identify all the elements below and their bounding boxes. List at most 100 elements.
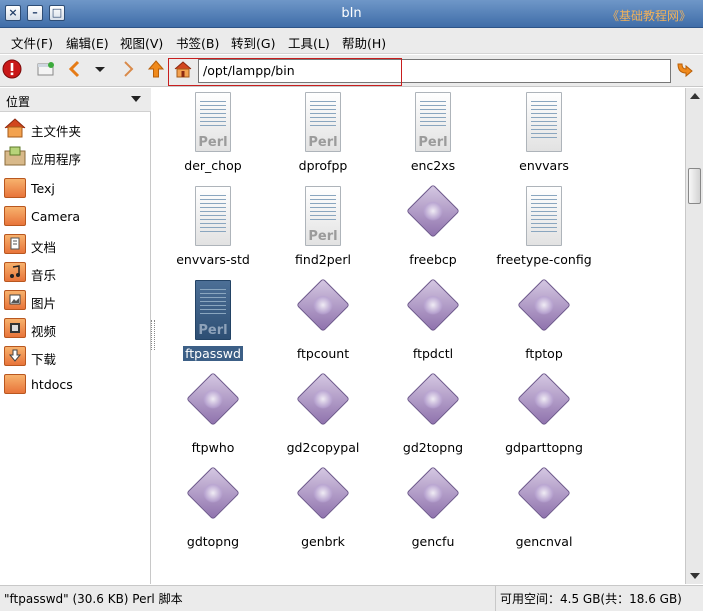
file-item[interactable]: gencfu [378, 466, 488, 560]
file-item[interactable]: Perl ftpasswd [158, 278, 268, 372]
menu-view[interactable]: 视图(V) [120, 33, 163, 52]
sidebar-item-label: htdocs [31, 377, 73, 392]
file-name-text: ftpcount [296, 346, 350, 361]
folder-icon [4, 374, 26, 394]
file-name-text: gd2topng [402, 440, 464, 455]
perl-script-icon: Perl [299, 186, 347, 248]
history-dropdown-icon[interactable] [89, 59, 111, 81]
file-name: ftpdctl [378, 346, 488, 361]
menu-tools[interactable]: 工具(L) [288, 33, 330, 52]
menu-help[interactable]: 帮助(H) [342, 33, 386, 52]
sidebar-item-label: Camera [31, 209, 81, 224]
status-free-space: 可用空间：4.5 GB(共：18.6 GB) [495, 586, 703, 611]
folder-icon [4, 178, 26, 198]
new-tab-icon[interactable] [35, 59, 57, 81]
file-name-text: dprofpp [298, 158, 348, 173]
file-name: ftpcount [268, 346, 378, 361]
file-item[interactable]: gdparttopng [489, 372, 599, 466]
stop-icon[interactable] [1, 59, 23, 81]
file-name: gencfu [378, 534, 488, 549]
chevron-down-icon[interactable] [131, 96, 141, 102]
sidebar-item-camera[interactable]: Camera [0, 203, 150, 229]
sidebar-item-label: 下载 [31, 352, 57, 367]
pane-resize-handle[interactable] [151, 320, 155, 350]
file-item[interactable]: envvars [489, 90, 599, 184]
sidebar-item-texj[interactable]: Texj [0, 175, 150, 201]
perl-script-icon: Perl [189, 280, 237, 342]
file-item[interactable]: gd2copypal [268, 372, 378, 466]
back-icon[interactable] [64, 59, 86, 81]
file-name-text: ftpwho [191, 440, 235, 455]
file-name-text: freebcp [409, 252, 457, 267]
executable-file-icon [406, 184, 460, 248]
file-name: gd2copypal [268, 440, 378, 455]
file-name-text: gd2copypal [286, 440, 360, 455]
status-bar: "ftpasswd" (30.6 KB) Perl 脚本 可用空间：4.5 GB… [0, 585, 703, 611]
file-name: envvars [489, 158, 599, 173]
file-item[interactable]: gdtopng [158, 466, 268, 560]
file-name-text: gdparttopng [505, 440, 583, 455]
status-selection-info: "ftpasswd" (30.6 KB) Perl 脚本 [4, 592, 183, 606]
executable-file-icon [406, 466, 460, 530]
executable-file-icon [296, 278, 350, 342]
sidebar-item-documents[interactable]: 文档 [0, 231, 150, 257]
file-name-text: enc2xs [410, 158, 456, 173]
text-file-icon [520, 92, 568, 154]
go-icon[interactable] [673, 59, 695, 81]
file-item[interactable]: Perl find2perl [268, 184, 378, 278]
executable-file-icon [517, 372, 571, 436]
file-item[interactable]: ftptop [489, 278, 599, 372]
file-item[interactable]: Perl dprofpp [268, 90, 378, 184]
file-item[interactable]: freetype-config [489, 184, 599, 278]
places-sidebar: 位置 主文件夹 应用程序 Texj Camera 文档 音乐 图片 视频 下载 … [0, 88, 151, 584]
file-name-text: gencfu [411, 534, 455, 549]
sidebar-item-videos[interactable]: 视频 [0, 315, 150, 341]
window-title: bIn [341, 6, 362, 21]
file-name: enc2xs [378, 158, 488, 173]
sidebar-item-applications[interactable]: 应用程序 [0, 143, 150, 169]
places-header[interactable]: 位置 [0, 88, 151, 112]
sidebar-item-label: Texj [31, 181, 55, 196]
menu-bar: 文件(F) 编辑(E) 视图(V) 书签(B) 转到(G) 工具(L) 帮助(H… [0, 28, 703, 54]
sidebar-item-label: 应用程序 [31, 152, 82, 167]
sidebar-item-downloads[interactable]: 下载 [0, 343, 150, 369]
sidebar-item-music[interactable]: 音乐 [0, 259, 150, 285]
file-item[interactable]: envvars-std [158, 184, 268, 278]
menu-go[interactable]: 转到(G) [231, 33, 275, 52]
file-name: dprofpp [268, 158, 378, 173]
sidebar-item-htdocs[interactable]: htdocs [0, 371, 150, 397]
file-name-text: genbrk [301, 534, 345, 549]
menu-file[interactable]: 文件(F) [11, 33, 53, 52]
file-name: freebcp [378, 252, 488, 267]
downloads-folder-icon [4, 346, 26, 366]
scroll-down-icon[interactable] [690, 573, 700, 579]
vertical-scrollbar[interactable] [685, 88, 703, 584]
menu-edit[interactable]: 编辑(E) [66, 33, 109, 52]
perl-script-icon: Perl [409, 92, 457, 154]
scroll-up-icon[interactable] [690, 93, 700, 99]
forward-icon[interactable] [117, 59, 139, 81]
file-item[interactable]: genbrk [268, 466, 378, 560]
file-item[interactable]: ftpwho [158, 372, 268, 466]
menu-bookmarks[interactable]: 书签(B) [176, 33, 219, 52]
file-item[interactable]: ftpdctl [378, 278, 488, 372]
text-file-icon [520, 186, 568, 248]
file-name-text: envvars-std [176, 252, 250, 267]
sidebar-item-home[interactable]: 主文件夹 [0, 115, 150, 141]
file-item[interactable]: Perl der_chop [158, 90, 268, 184]
up-icon[interactable] [145, 59, 167, 81]
file-name: ftptop [489, 346, 599, 361]
file-name-text: der_chop [184, 158, 242, 173]
sidebar-item-label: 音乐 [31, 268, 57, 283]
file-item[interactable]: freebcp [378, 184, 488, 278]
file-item[interactable]: Perl enc2xs [378, 90, 488, 184]
executable-file-icon [517, 278, 571, 342]
applications-folder-icon [4, 146, 26, 166]
executable-file-icon [296, 372, 350, 436]
file-item[interactable]: ftpcount [268, 278, 378, 372]
sidebar-item-pictures[interactable]: 图片 [0, 287, 150, 313]
file-item[interactable]: gencnval [489, 466, 599, 560]
file-item[interactable]: gd2topng [378, 372, 488, 466]
scrollbar-thumb[interactable] [688, 168, 701, 204]
file-name: envvars-std [158, 252, 268, 267]
